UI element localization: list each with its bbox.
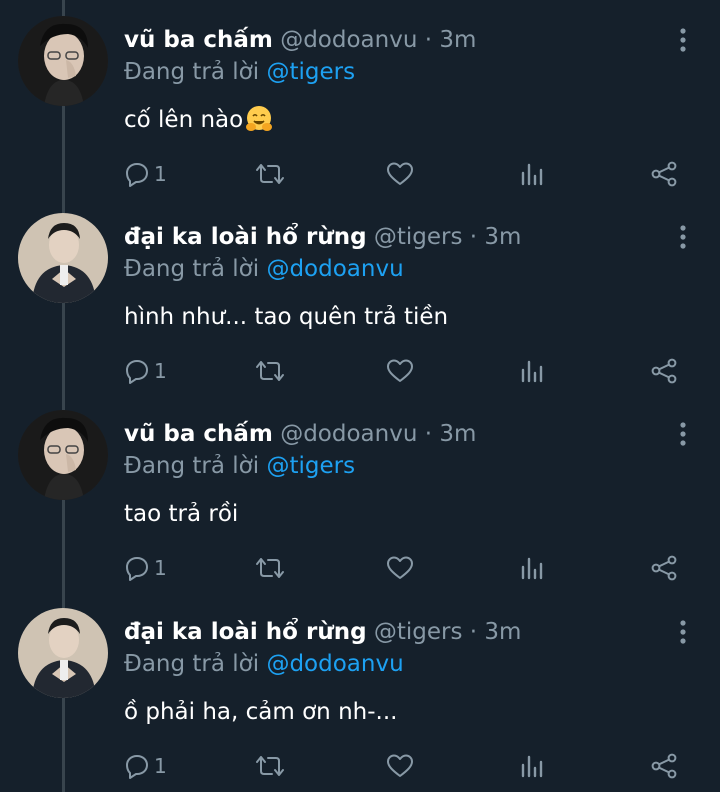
share-icon: [650, 752, 678, 780]
reply-count: 1: [154, 754, 167, 778]
analytics-icon: [520, 753, 544, 779]
replying-to-label: Đang trả lời: [124, 651, 260, 677]
more-vertical-icon[interactable]: [672, 26, 694, 54]
share-button[interactable]: [650, 355, 678, 387]
analytics-icon: [520, 161, 544, 187]
tweet[interactable]: vũ ba chấm @dodoanvu · 3m Đang trả lời @…: [0, 394, 720, 591]
analytics-button[interactable]: [520, 750, 544, 782]
tweet[interactable]: đại ka loài hổ rừng @tigers · 3m Đang tr…: [0, 197, 720, 394]
avatar[interactable]: [18, 213, 108, 303]
display-name[interactable]: vũ ba chấm: [124, 27, 273, 53]
username-handle[interactable]: @tigers: [374, 224, 463, 250]
tweet-header: vũ ba chấm @dodoanvu · 3m: [124, 24, 476, 56]
share-icon: [650, 357, 678, 385]
separator-dot: ·: [469, 619, 478, 645]
tweet[interactable]: vũ ba chấm @dodoanvu · 3m Đang trả lời @…: [0, 0, 720, 197]
tweet-text: tao trả rồi: [124, 501, 239, 527]
heart-icon: [386, 753, 414, 779]
replying-to: Đang trả lời @dodoanvu: [124, 253, 404, 285]
avatar[interactable]: [18, 410, 108, 500]
tweet-actions: 1: [0, 158, 720, 190]
share-button[interactable]: [650, 158, 678, 190]
separator-dot: ·: [424, 421, 433, 447]
replying-to-handle[interactable]: @dodoanvu: [266, 651, 403, 677]
reply-button[interactable]: 1: [124, 158, 167, 190]
timestamp[interactable]: 3m: [484, 224, 521, 250]
reply-button[interactable]: 1: [124, 355, 167, 387]
retweet-button[interactable]: [254, 750, 286, 782]
hugging-face-emoji-icon: [245, 105, 273, 133]
replying-to: Đang trả lời @dodoanvu: [124, 648, 404, 680]
separator-dot: ·: [469, 224, 478, 250]
retweet-icon: [254, 161, 286, 187]
tweet-header: vũ ba chấm @dodoanvu · 3m: [124, 418, 476, 450]
more-vertical-icon[interactable]: [672, 420, 694, 448]
retweet-icon: [254, 358, 286, 384]
analytics-button[interactable]: [520, 158, 544, 190]
timestamp[interactable]: 3m: [439, 421, 476, 447]
tweet-text: ồ phải ha, cảm ơn nh-...: [124, 699, 398, 725]
reply-count: 1: [154, 162, 167, 186]
replying-to-handle[interactable]: @tigers: [266, 453, 355, 479]
tweet-header: đại ka loài hổ rừng @tigers · 3m: [124, 221, 521, 253]
reply-icon: [124, 555, 150, 581]
replying-to-label: Đang trả lời: [124, 59, 260, 85]
share-icon: [650, 554, 678, 582]
analytics-button[interactable]: [520, 355, 544, 387]
like-button[interactable]: [386, 355, 414, 387]
username-handle[interactable]: @dodoanvu: [280, 421, 417, 447]
retweet-button[interactable]: [254, 158, 286, 190]
timestamp[interactable]: 3m: [484, 619, 521, 645]
reply-icon: [124, 358, 150, 384]
retweet-button[interactable]: [254, 355, 286, 387]
retweet-icon: [254, 753, 286, 779]
share-button[interactable]: [650, 750, 678, 782]
reply-count: 1: [154, 556, 167, 580]
username-handle[interactable]: @tigers: [374, 619, 463, 645]
replying-to-handle[interactable]: @tigers: [266, 59, 355, 85]
tweet-actions: 1: [0, 750, 720, 782]
more-vertical-icon[interactable]: [672, 223, 694, 251]
replying-to-handle[interactable]: @dodoanvu: [266, 256, 403, 282]
heart-icon: [386, 555, 414, 581]
reply-icon: [124, 161, 150, 187]
replying-to: Đang trả lời @tigers: [124, 450, 355, 482]
tweet-text: cố lên nào: [124, 104, 273, 136]
separator-dot: ·: [424, 27, 433, 53]
retweet-icon: [254, 555, 286, 581]
tweet-text: hình như... tao quên trả tiền: [124, 304, 449, 330]
like-button[interactable]: [386, 158, 414, 190]
replying-to: Đang trả lời @tigers: [124, 56, 355, 88]
display-name[interactable]: đại ka loài hổ rừng: [124, 224, 367, 250]
analytics-button[interactable]: [520, 552, 544, 584]
reply-count: 1: [154, 359, 167, 383]
tweet-text-content: cố lên nào: [124, 107, 244, 133]
avatar[interactable]: [18, 608, 108, 698]
reply-icon: [124, 753, 150, 779]
tweet-actions: 1: [0, 355, 720, 387]
tweet[interactable]: đại ka loài hổ rừng @tigers · 3m Đang tr…: [0, 592, 720, 789]
analytics-icon: [520, 555, 544, 581]
tweet-actions: 1: [0, 552, 720, 584]
share-icon: [650, 160, 678, 188]
like-button[interactable]: [386, 750, 414, 782]
tweet-header: đại ka loài hổ rừng @tigers · 3m: [124, 616, 521, 648]
reply-button[interactable]: 1: [124, 750, 167, 782]
reply-button[interactable]: 1: [124, 552, 167, 584]
replying-to-label: Đang trả lời: [124, 256, 260, 282]
timestamp[interactable]: 3m: [439, 27, 476, 53]
username-handle[interactable]: @dodoanvu: [280, 27, 417, 53]
analytics-icon: [520, 358, 544, 384]
retweet-button[interactable]: [254, 552, 286, 584]
like-button[interactable]: [386, 552, 414, 584]
display-name[interactable]: đại ka loài hổ rừng: [124, 619, 367, 645]
heart-icon: [386, 358, 414, 384]
more-vertical-icon[interactable]: [672, 618, 694, 646]
replying-to-label: Đang trả lời: [124, 453, 260, 479]
avatar[interactable]: [18, 16, 108, 106]
heart-icon: [386, 161, 414, 187]
share-button[interactable]: [650, 552, 678, 584]
display-name[interactable]: vũ ba chấm: [124, 421, 273, 447]
